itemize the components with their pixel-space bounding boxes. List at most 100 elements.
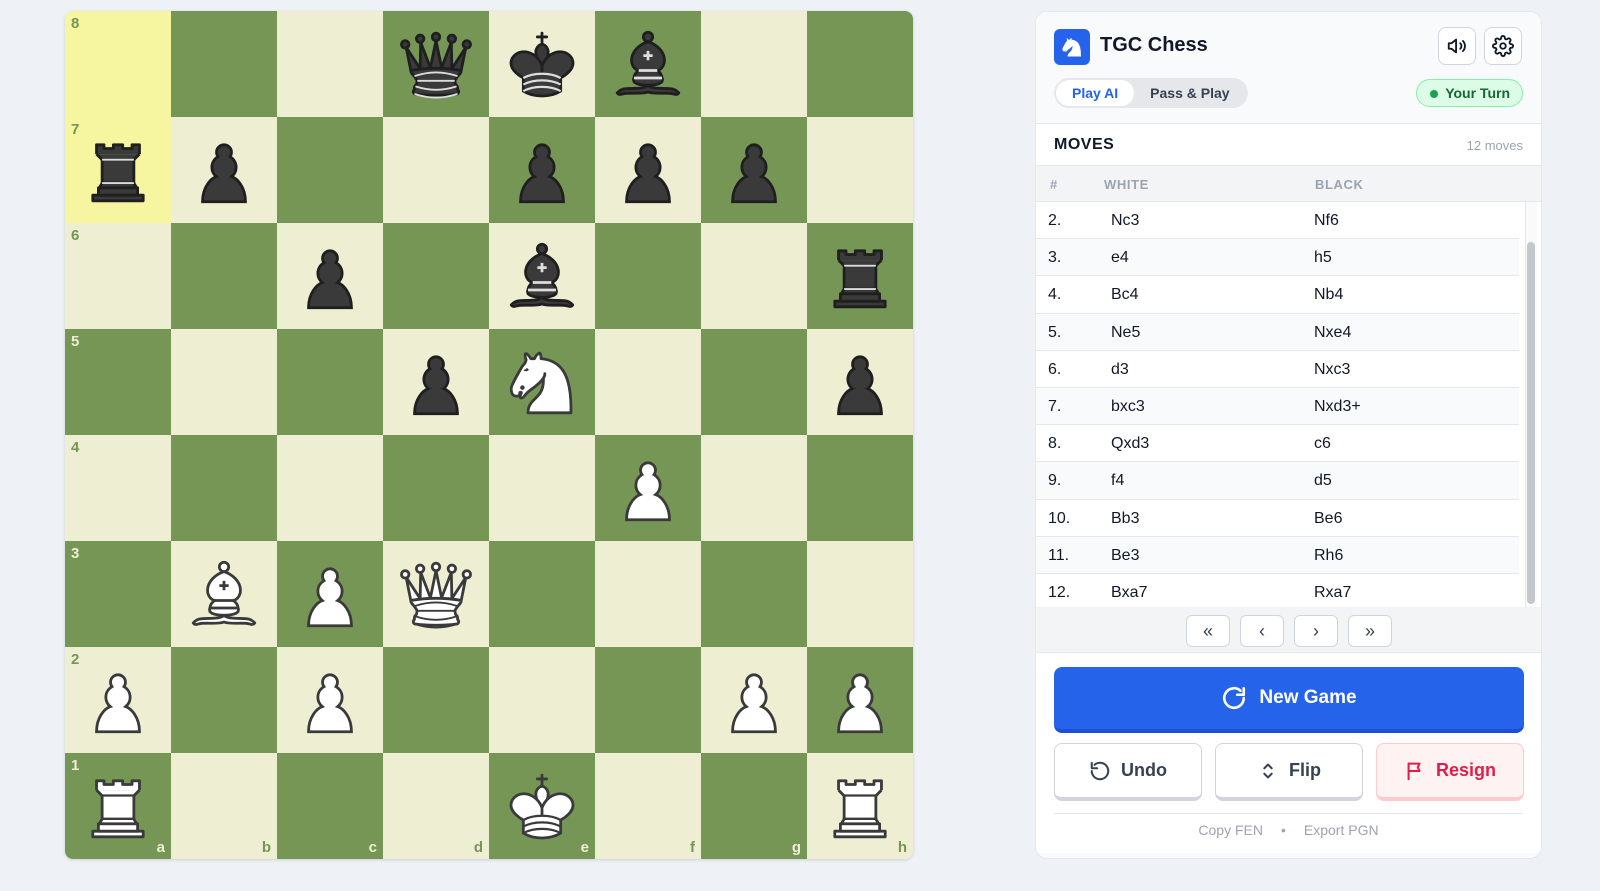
square-g7[interactable] — [701, 117, 807, 223]
square-g2[interactable] — [701, 647, 807, 753]
square-h8[interactable] — [807, 11, 913, 117]
move-row[interactable]: 6. d3 Nxc3 — [1036, 351, 1519, 388]
white-knight-icon[interactable] — [500, 340, 584, 424]
square-g6[interactable] — [701, 223, 807, 329]
square-a2[interactable]: 2 — [65, 647, 171, 753]
next-move-button[interactable]: › — [1294, 615, 1338, 647]
export-pgn-link[interactable]: Export PGN — [1304, 822, 1379, 838]
black-pawn-icon[interactable] — [394, 340, 478, 424]
square-d5[interactable] — [383, 329, 489, 435]
square-c2[interactable] — [277, 647, 383, 753]
square-f1[interactable]: f — [595, 753, 701, 859]
black-pawn-icon[interactable] — [712, 128, 796, 212]
black-bishop-icon[interactable] — [500, 234, 584, 318]
square-h4[interactable] — [807, 435, 913, 541]
black-pawn-icon[interactable] — [606, 128, 690, 212]
square-a8[interactable]: 8 — [65, 11, 171, 117]
square-c8[interactable] — [277, 11, 383, 117]
square-b4[interactable] — [171, 435, 277, 541]
square-b2[interactable] — [171, 647, 277, 753]
prev-move-button[interactable]: ‹ — [1240, 615, 1284, 647]
square-d7[interactable] — [383, 117, 489, 223]
white-pawn-icon[interactable] — [76, 658, 160, 742]
square-e3[interactable] — [489, 541, 595, 647]
square-a1[interactable]: 1a — [65, 753, 171, 859]
square-d4[interactable] — [383, 435, 489, 541]
square-e4[interactable] — [489, 435, 595, 541]
square-g4[interactable] — [701, 435, 807, 541]
square-h2[interactable] — [807, 647, 913, 753]
white-queen-icon[interactable] — [394, 552, 478, 636]
square-h5[interactable] — [807, 329, 913, 435]
white-rook-icon[interactable] — [76, 764, 160, 848]
square-d2[interactable] — [383, 647, 489, 753]
square-b5[interactable] — [171, 329, 277, 435]
square-f2[interactable] — [595, 647, 701, 753]
square-d8[interactable] — [383, 11, 489, 117]
copy-fen-link[interactable]: Copy FEN — [1198, 822, 1263, 838]
flip-button[interactable]: Flip — [1215, 743, 1363, 801]
mode-pass-and-play[interactable]: Pass & Play — [1134, 80, 1245, 106]
move-row[interactable]: 8. Qxd3 c6 — [1036, 425, 1519, 463]
black-queen-icon[interactable] — [394, 22, 478, 106]
square-b6[interactable] — [171, 223, 277, 329]
square-g5[interactable] — [701, 329, 807, 435]
move-row[interactable]: 3. e4 h5 — [1036, 239, 1519, 277]
square-d1[interactable]: d — [383, 753, 489, 859]
black-pawn-icon[interactable] — [818, 340, 902, 424]
square-a7[interactable]: 7 — [65, 117, 171, 223]
square-b8[interactable] — [171, 11, 277, 117]
square-b1[interactable]: b — [171, 753, 277, 859]
sound-button[interactable] — [1438, 27, 1476, 65]
square-h6[interactable] — [807, 223, 913, 329]
square-e7[interactable] — [489, 117, 595, 223]
move-row[interactable]: 7. bxc3 Nxd3+ — [1036, 387, 1519, 426]
black-rook-icon[interactable] — [818, 234, 902, 318]
square-f8[interactable] — [595, 11, 701, 117]
square-d3[interactable] — [383, 541, 489, 647]
white-pawn-icon[interactable] — [288, 658, 372, 742]
mode-play-ai[interactable]: Play AI — [1056, 80, 1135, 106]
square-c1[interactable]: c — [277, 753, 383, 859]
square-c4[interactable] — [277, 435, 383, 541]
white-king-icon[interactable] — [500, 764, 584, 848]
move-row[interactable]: 10. Bb3 Be6 — [1036, 500, 1519, 537]
white-pawn-icon[interactable] — [712, 658, 796, 742]
square-c3[interactable] — [277, 541, 383, 647]
square-a6[interactable]: 6 — [65, 223, 171, 329]
square-d6[interactable] — [383, 223, 489, 329]
square-g8[interactable] — [701, 11, 807, 117]
white-rook-icon[interactable] — [818, 764, 902, 848]
resign-button[interactable]: Resign — [1376, 743, 1524, 801]
square-c7[interactable] — [277, 117, 383, 223]
square-f7[interactable] — [595, 117, 701, 223]
square-g1[interactable]: g — [701, 753, 807, 859]
black-pawn-icon[interactable] — [288, 234, 372, 318]
square-f6[interactable] — [595, 223, 701, 329]
square-e2[interactable] — [489, 647, 595, 753]
white-bishop-icon[interactable] — [182, 552, 266, 636]
square-e8[interactable] — [489, 11, 595, 117]
square-h3[interactable] — [807, 541, 913, 647]
black-rook-icon[interactable] — [76, 128, 160, 212]
square-e5[interactable] — [489, 329, 595, 435]
move-row[interactable]: 11. Be3 Rh6 — [1036, 536, 1519, 574]
settings-button[interactable] — [1484, 27, 1522, 65]
black-king-icon[interactable] — [500, 22, 584, 106]
white-pawn-icon[interactable] — [288, 552, 372, 636]
move-row[interactable]: 5. Ne5 Nxe4 — [1036, 313, 1519, 351]
white-pawn-icon[interactable] — [818, 658, 902, 742]
square-b7[interactable] — [171, 117, 277, 223]
square-f4[interactable] — [595, 435, 701, 541]
square-f3[interactable] — [595, 541, 701, 647]
new-game-button[interactable]: New Game — [1054, 667, 1524, 733]
black-pawn-icon[interactable] — [500, 128, 584, 212]
move-row[interactable]: 4. Bc4 Nb4 — [1036, 276, 1519, 314]
chess-board[interactable]: 87654321abcdefgh — [65, 11, 913, 859]
black-bishop-icon[interactable] — [606, 22, 690, 106]
square-a4[interactable]: 4 — [65, 435, 171, 541]
scrollbar-thumb[interactable] — [1527, 242, 1535, 604]
square-a5[interactable]: 5 — [65, 329, 171, 435]
move-row[interactable]: 2. Nc3 Nf6 — [1036, 202, 1519, 240]
square-a3[interactable]: 3 — [65, 541, 171, 647]
